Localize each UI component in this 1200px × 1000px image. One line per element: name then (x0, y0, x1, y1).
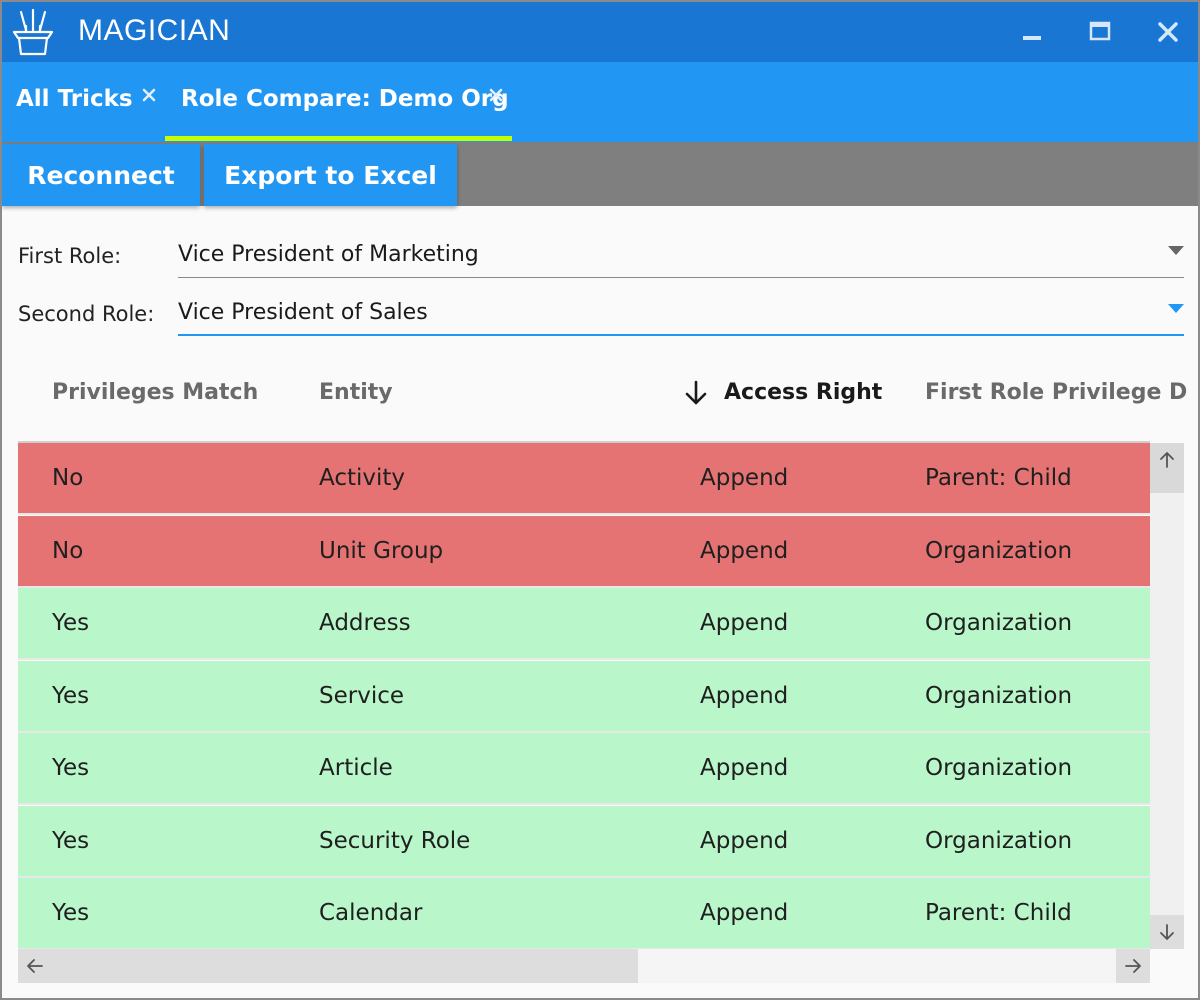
tab-label: All Tricks (16, 86, 133, 112)
toolbar: Reconnect Export to Excel (2, 142, 1198, 206)
arrow-up-icon[interactable] (1150, 443, 1184, 477)
table-row[interactable]: Yes Service Append Organization (18, 661, 1150, 733)
cell-first-role-privilege: Organization (925, 828, 1073, 854)
tab-bar: All Tricks Role Compare: Demo Org (2, 62, 1198, 142)
cell-privileges-match: Yes (52, 610, 90, 636)
active-tab-indicator (165, 136, 512, 141)
cell-access-right: Append (700, 755, 789, 781)
cell-access-right: Append (700, 538, 789, 564)
data-grid: No Activity Append Parent: Child No Unit… (18, 443, 1150, 949)
second-role-select[interactable]: Vice President of Sales (178, 296, 1184, 336)
cell-entity: Address (319, 610, 411, 636)
export-to-excel-button[interactable]: Export to Excel (204, 144, 457, 206)
cell-privileges-match: No (52, 538, 84, 564)
cell-access-right: Append (700, 683, 789, 709)
cell-entity: Security Role (319, 828, 471, 854)
horizontal-scroll-thumb[interactable] (18, 949, 638, 983)
cell-entity: Article (319, 755, 393, 781)
cell-first-role-privilege: Parent: Child (925, 900, 1072, 926)
reconnect-button[interactable]: Reconnect (2, 144, 200, 206)
chevron-down-icon (1168, 304, 1184, 313)
table-row[interactable]: No Activity Append Parent: Child (18, 443, 1150, 515)
table-row[interactable]: Yes Security Role Append Organization (18, 806, 1150, 878)
first-role-value: Vice President of Marketing (178, 242, 479, 267)
table-row[interactable]: Yes Calendar Append Parent: Child (18, 878, 1150, 949)
arrow-right-icon[interactable] (1116, 949, 1150, 983)
close-tab-icon[interactable] (138, 84, 160, 106)
scroll-right-button[interactable] (1116, 949, 1150, 983)
cell-entity: Service (319, 683, 405, 709)
horizontal-scrollbar[interactable] (18, 949, 1150, 983)
cell-privileges-match: Yes (52, 900, 90, 926)
chevron-down-icon (1168, 246, 1184, 255)
cell-privileges-match: No (52, 465, 84, 491)
vertical-scrollbar[interactable] (1150, 443, 1184, 949)
close-tab-icon[interactable] (485, 84, 507, 106)
cell-entity: Calendar (319, 900, 423, 926)
title-bar[interactable]: MAGICIAN (2, 2, 1198, 62)
cell-access-right: Append (700, 900, 789, 926)
scroll-down-button[interactable] (1150, 915, 1184, 949)
column-header-entity[interactable]: Entity (319, 380, 393, 405)
sort-descending-icon[interactable] (682, 379, 710, 407)
table-row[interactable]: No Unit Group Append Organization (18, 516, 1150, 588)
second-role-label: Second Role: (18, 302, 155, 326)
app-window: MAGICIAN All Tricks Role Compare: Demo O… (0, 0, 1200, 1000)
tab-all-tricks[interactable]: All Tricks (2, 62, 165, 142)
cell-privileges-match: Yes (52, 828, 90, 854)
table-row[interactable]: Yes Address Append Organization (18, 588, 1150, 660)
cell-access-right: Append (700, 610, 789, 636)
cell-first-role-privilege: Organization (925, 755, 1073, 781)
column-header-privileges-match[interactable]: Privileges Match (52, 380, 258, 405)
cell-first-role-privilege: Parent: Child (925, 465, 1072, 491)
tab-role-compare[interactable]: Role Compare: Demo Org (165, 62, 512, 142)
cell-entity: Unit Group (319, 538, 444, 564)
maximize-icon[interactable] (1080, 12, 1120, 52)
cell-privileges-match: Yes (52, 683, 90, 709)
first-role-label: First Role: (18, 244, 122, 268)
column-header-first-role-privilege[interactable]: First Role Privilege D (925, 380, 1187, 405)
table-row[interactable]: Yes Article Append Organization (18, 733, 1150, 805)
first-role-select[interactable]: Vice President of Marketing (178, 238, 1184, 278)
arrow-down-icon[interactable] (1150, 915, 1184, 949)
magic-hat-icon (12, 8, 54, 56)
tab-label: Role Compare: Demo Org (181, 86, 509, 112)
cell-privileges-match: Yes (52, 755, 90, 781)
close-icon[interactable] (1148, 12, 1188, 52)
app-title: MAGICIAN (78, 14, 231, 47)
minimize-icon[interactable] (1012, 12, 1052, 52)
cell-first-role-privilege: Organization (925, 610, 1073, 636)
second-role-value: Vice President of Sales (178, 300, 428, 325)
cell-first-role-privilege: Organization (925, 538, 1073, 564)
cell-access-right: Append (700, 465, 789, 491)
arrow-left-icon[interactable] (18, 949, 52, 983)
cell-access-right: Append (700, 828, 789, 854)
column-header-access-right[interactable]: Access Right (724, 380, 882, 405)
cell-entity: Activity (319, 465, 406, 491)
cell-first-role-privilege: Organization (925, 683, 1073, 709)
